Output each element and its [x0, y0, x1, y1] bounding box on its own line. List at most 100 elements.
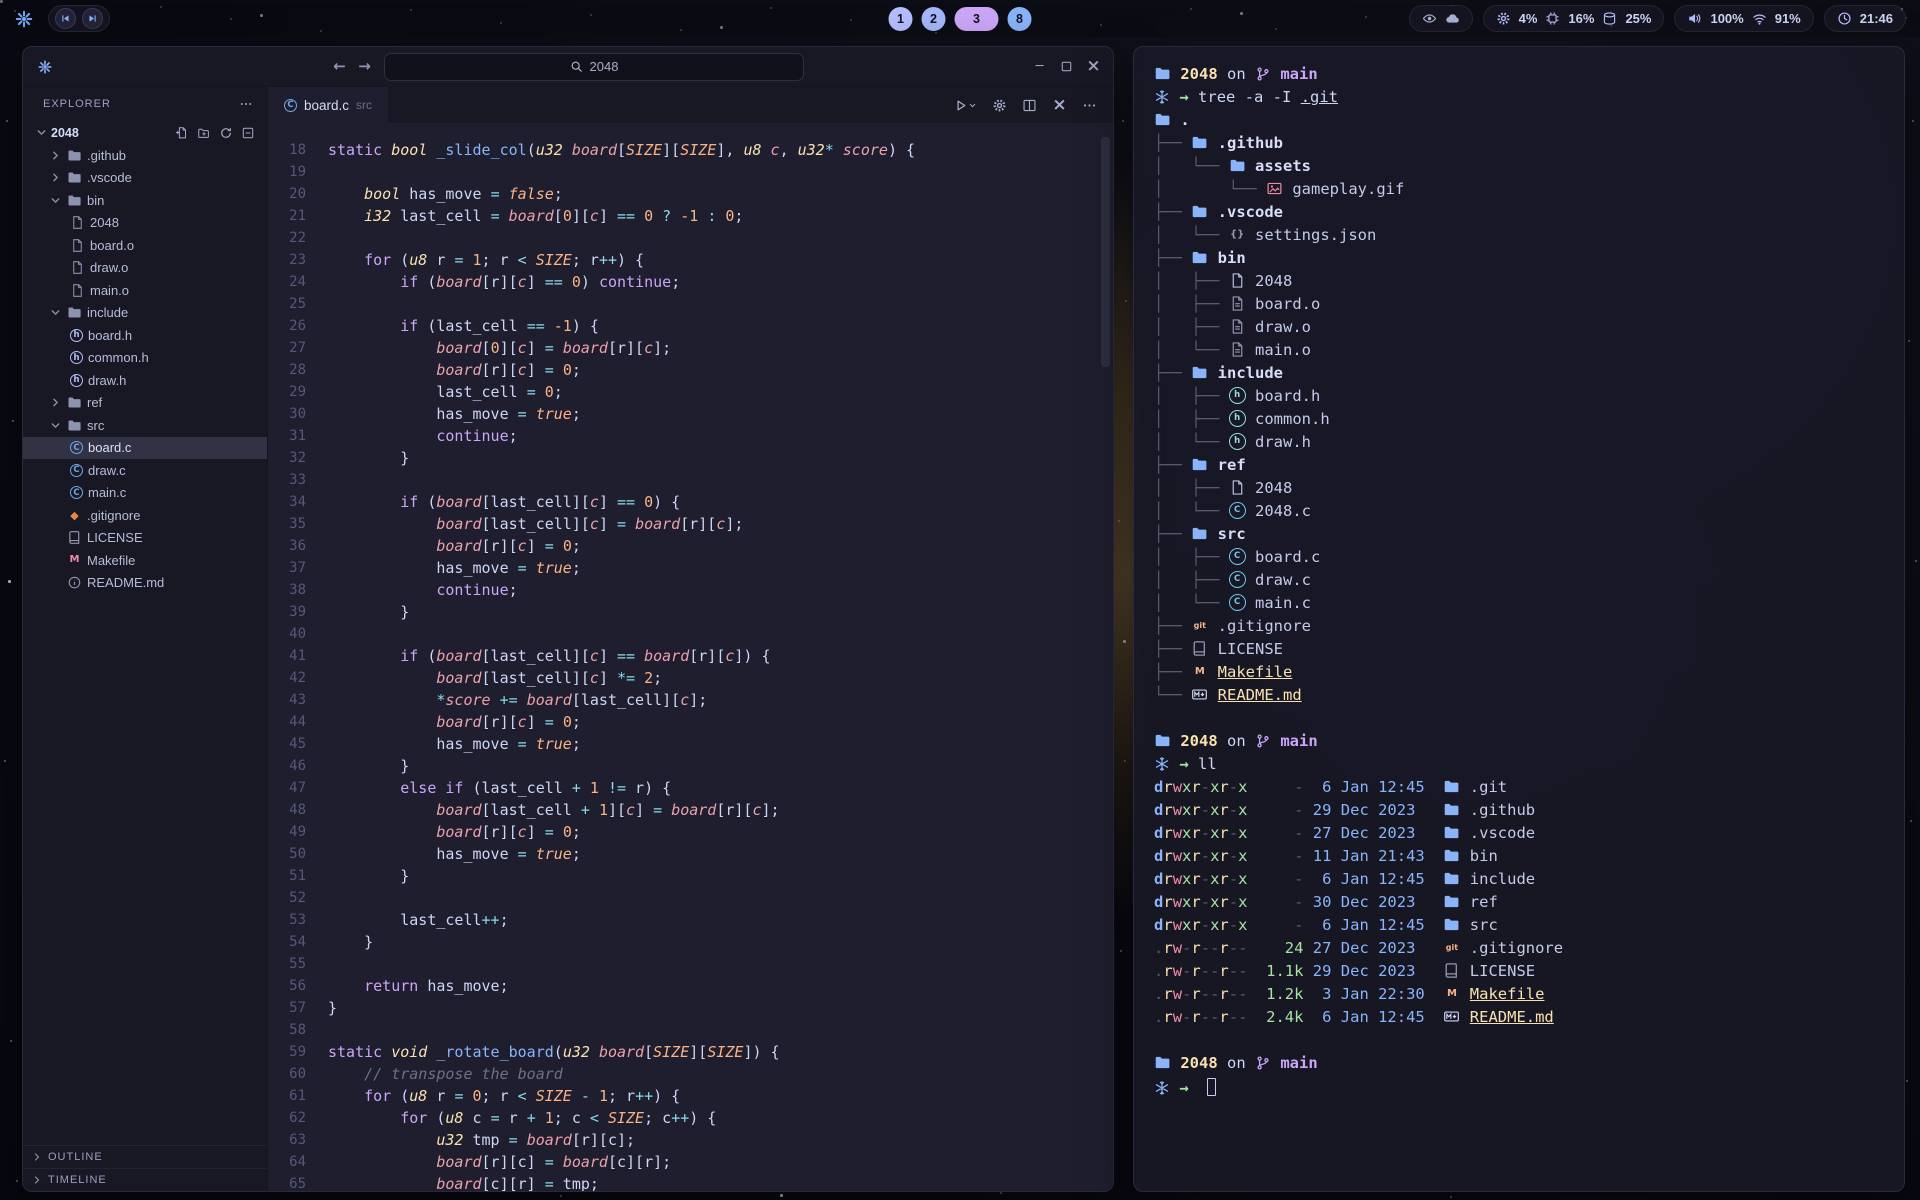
workspace-2[interactable]: 2: [922, 7, 946, 31]
token: [653, 207, 662, 225]
tab-board.c[interactable]: C board.c src: [268, 87, 389, 123]
token: score: [843, 141, 888, 159]
chev-right-icon: [49, 171, 62, 184]
gap: [1198, 1079, 1207, 1097]
arrow-right-icon[interactable]: →: [357, 59, 372, 74]
code-editor[interactable]: 18static bool _slide_col(u32 board[SIZE]…: [268, 123, 1113, 1191]
file-date: 6 Jan 12:45: [1313, 1008, 1425, 1026]
code-text: last_cell = 0;: [328, 381, 563, 403]
explorer-item-Makefile[interactable]: MMakefile: [23, 549, 267, 572]
token: u8: [409, 251, 427, 269]
explorer-item-board.o[interactable]: board.o: [23, 234, 267, 257]
gap: [1246, 157, 1255, 175]
explorer-item-src[interactable]: src: [23, 414, 267, 437]
token: [c][r];: [608, 1153, 671, 1171]
line-number: 20: [268, 183, 306, 205]
gear-button[interactable]: [992, 98, 1007, 113]
token: [last_cell][: [482, 515, 590, 533]
explorer-item-LICENSE[interactable]: LICENSE: [23, 527, 267, 550]
explorer-item-common.h[interactable]: hcommon.h: [23, 347, 267, 370]
workspace-8[interactable]: 8: [1008, 7, 1032, 31]
code-text: board[r][c] = board[c][r];: [328, 1151, 671, 1173]
gap: [1189, 1079, 1198, 1097]
workspace-1[interactable]: 1: [889, 7, 913, 31]
tree-entry-name: board.h: [1255, 387, 1320, 405]
refresh-button[interactable]: [219, 126, 233, 140]
terminal-window[interactable]: 2048 on main → tree -a -I .git .├── .git…: [1133, 46, 1905, 1192]
token: [328, 977, 364, 995]
gap: [1246, 502, 1255, 520]
token: [491, 691, 500, 709]
perm-char: r: [1219, 801, 1228, 819]
skip-back-button[interactable]: [55, 8, 76, 29]
code-line: 51 }: [268, 865, 1113, 887]
folder-icon: [1443, 778, 1460, 795]
gap: [1208, 456, 1217, 474]
explorer-root-folder[interactable]: 2048: [23, 121, 267, 144]
launcher-icon[interactable]: [14, 9, 34, 29]
explorer-item-2048[interactable]: 2048: [23, 212, 267, 235]
explorer-item-board.c[interactable]: Cboard.c: [23, 437, 267, 460]
split-button[interactable]: [1022, 98, 1037, 113]
panel-outline[interactable]: OUTLINE: [23, 1145, 267, 1168]
explorer-item-.vscode[interactable]: .vscode: [23, 167, 267, 190]
new-file-button[interactable]: [175, 126, 189, 140]
explorer-item-bin[interactable]: bin: [23, 189, 267, 212]
gap: [1247, 916, 1266, 934]
code-text: *score += board[last_cell][c];: [328, 689, 707, 711]
file-size: 1.1k: [1266, 962, 1303, 980]
token: for: [364, 1087, 391, 1105]
panel-timeline[interactable]: TIMELINE: [23, 1168, 267, 1191]
token: (: [391, 251, 409, 269]
explorer-item-draw.o[interactable]: draw.o: [23, 257, 267, 280]
token: static: [328, 1043, 382, 1061]
explorer-item-board.h[interactable]: hboard.h: [23, 324, 267, 347]
tree-entry-name: README.md: [1218, 686, 1302, 704]
explorer-item-.gitignore[interactable]: ◆.gitignore: [23, 504, 267, 527]
maximize-button[interactable]: [1059, 59, 1074, 74]
folder-icon: [1229, 157, 1246, 174]
token: board: [436, 537, 481, 555]
explorer-item-.github[interactable]: .github: [23, 144, 267, 167]
gap: [1425, 870, 1444, 888]
workspace-3[interactable]: 3: [955, 7, 999, 31]
close-button[interactable]: ×: [1086, 59, 1101, 74]
terminal-tree-line: ├── include: [1154, 362, 1884, 385]
module-clock[interactable]: 21:46: [1824, 5, 1906, 32]
close-button[interactable]: ×: [1052, 98, 1067, 113]
editor-scrollbar[interactable]: [1101, 137, 1110, 367]
module-stats[interactable]: 4%16%25%: [1483, 5, 1665, 32]
minimize-button[interactable]: ─: [1032, 59, 1047, 74]
vscode-titlebar: ← → 2048 ─ ×: [23, 47, 1113, 87]
explorer-item-ref[interactable]: ref: [23, 392, 267, 415]
explorer-item-include[interactable]: include: [23, 302, 267, 325]
command-center-search[interactable]: 2048: [384, 53, 804, 81]
code-line: 64 board[r][c] = board[c][r];: [268, 1151, 1113, 1173]
tree-connector: │ └──: [1154, 226, 1229, 244]
token: ; r: [608, 1087, 635, 1105]
explorer-item-draw.h[interactable]: hdraw.h: [23, 369, 267, 392]
arrow-left-icon[interactable]: ←: [332, 59, 347, 74]
explorer-item-main.c[interactable]: Cmain.c: [23, 482, 267, 505]
explorer-item-draw.c[interactable]: Cdraw.c: [23, 459, 267, 482]
explorer-item-main.o[interactable]: main.o: [23, 279, 267, 302]
token: u32: [798, 141, 825, 159]
tree-connector: │ ├──: [1154, 571, 1229, 589]
new-folder-button[interactable]: [197, 126, 211, 140]
perm-char: r: [1163, 801, 1172, 819]
module-weather[interactable]: [1409, 5, 1473, 32]
skip-forward-button[interactable]: [82, 8, 103, 29]
module-av[interactable]: 100%91%: [1674, 5, 1813, 32]
terminal-prompt-line: 2048 on main: [1154, 1052, 1884, 1075]
perm-char: -: [1229, 962, 1238, 980]
collapse-all-button[interactable]: [241, 126, 255, 140]
token: ;: [572, 361, 581, 379]
tree-connector: │ ├──: [1154, 410, 1229, 428]
explorer-item-README.md[interactable]: README.md: [23, 572, 267, 595]
explorer-menu-icon[interactable]: [239, 97, 253, 111]
dots-button[interactable]: [1082, 98, 1097, 113]
run-button[interactable]: [953, 98, 977, 113]
tree-entry-name: draw.h: [1255, 433, 1311, 451]
perm-char: w: [1173, 985, 1182, 1003]
file-date: 29 Dec 2023: [1313, 962, 1425, 980]
